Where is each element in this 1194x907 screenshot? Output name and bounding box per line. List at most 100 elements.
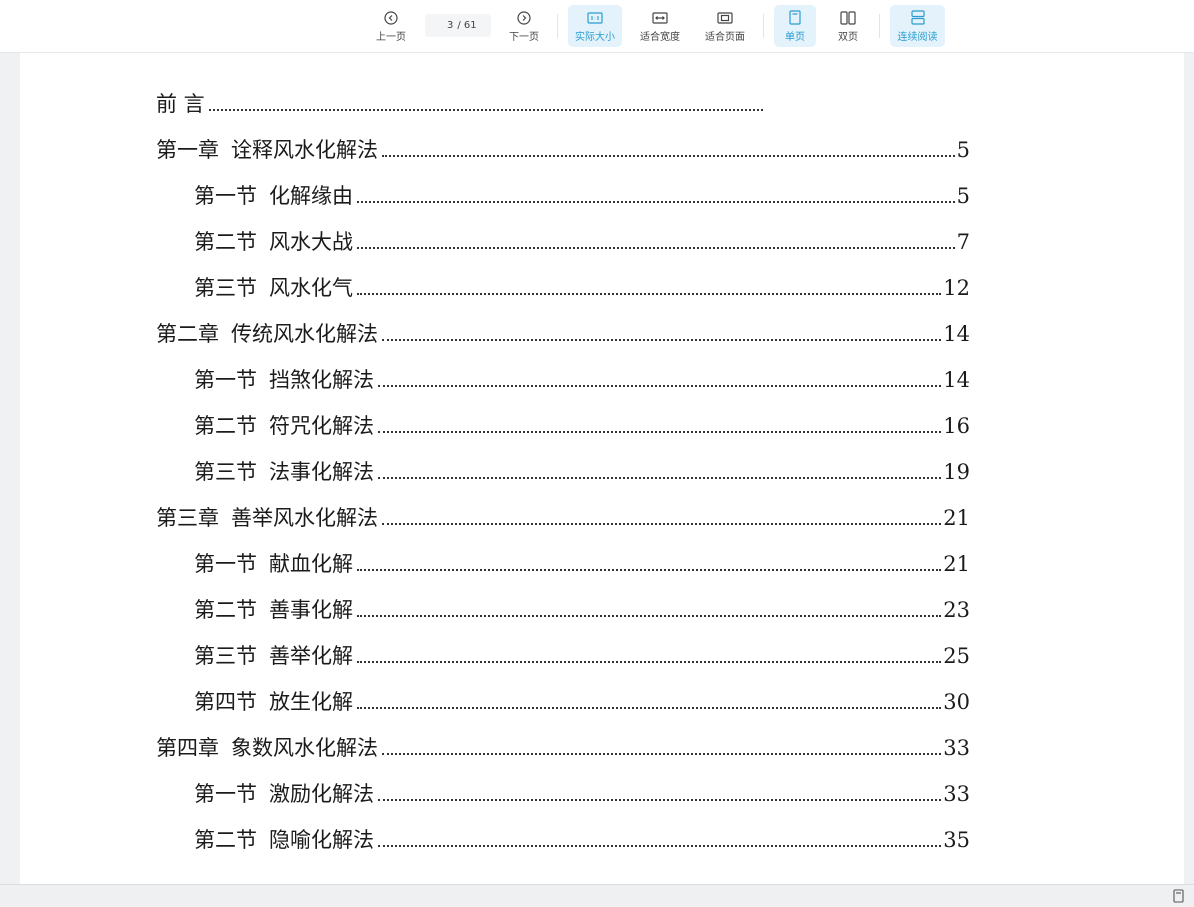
toc-leader-dots — [382, 753, 942, 755]
status-bar — [0, 884, 1194, 906]
actual-size-button[interactable]: 实际大小 — [568, 5, 622, 47]
toc-section-number: 第二章 — [156, 322, 219, 346]
toc-entry: 第一节 激励化解法 33 — [194, 781, 970, 807]
toc-entry: 第一章 诠释风水化解法 5 — [156, 137, 970, 163]
toc-entry: 第二节 善事化解 23 — [194, 597, 970, 623]
toc-leader-dots — [378, 477, 942, 479]
toc-title: 风水化气 — [269, 276, 353, 300]
document-viewport[interactable]: 前 言第一章 诠释风水化解法 5 第一节 化解缘由 5 第二节 风水大战 7 第三节 风水化气 12 第… — [0, 53, 1194, 884]
toc-leader-dots — [357, 569, 942, 571]
toc-entry: 第三章 善举风水化解法 21 — [156, 505, 970, 531]
double-page-icon — [840, 10, 856, 26]
toc-leader-dots — [378, 799, 942, 801]
toc-page-number: 25 — [943, 644, 970, 668]
prev-page-button[interactable]: 上一页 — [370, 5, 412, 47]
current-page-input[interactable] — [439, 20, 454, 31]
toc-section-number: 前 言 — [156, 92, 205, 116]
fit-page-button[interactable]: 适合页面 — [698, 5, 752, 47]
toc-entry: 第一节 化解缘由 5 — [194, 183, 970, 209]
toc-section-number: 第三节 — [194, 644, 257, 668]
toc-title: 隐喻化解法 — [269, 828, 374, 852]
toc-entry: 第二节 风水大战 7 — [194, 229, 970, 255]
fit-width-button[interactable]: 适合宽度 — [633, 5, 687, 47]
page-indicator: / 61 — [425, 14, 491, 37]
single-page-label: 单页 — [785, 31, 805, 43]
single-page-button[interactable]: 单页 — [774, 5, 816, 47]
toc-section-number: 第二节 — [194, 414, 257, 438]
toc-title: 献血化解 — [269, 552, 353, 576]
toc-page-number: 33 — [943, 782, 970, 806]
toc-section-number: 第二节 — [194, 598, 257, 622]
toc-section-number: 第二节 — [194, 828, 257, 852]
toc-entry: 第二章 传统风水化解法 14 — [156, 321, 970, 347]
prev-page-label: 上一页 — [376, 31, 406, 43]
toc-entry: 第二节 符咒化解法 16 — [194, 413, 970, 439]
toc-leader-dots — [357, 293, 942, 295]
continuous-reading-icon — [910, 10, 926, 26]
toc-leader-dots — [378, 431, 942, 433]
toc-entry: 第一节 献血化解 21 — [194, 551, 970, 577]
toc-entry: 第三节 善举化解 25 — [194, 643, 970, 669]
toc-page-number: 12 — [943, 276, 970, 300]
toc-section-number: 第一节 — [194, 368, 257, 392]
toc-entry: 第四章 象数风水化解法 33 — [156, 735, 970, 761]
toc-title: 善举风水化解法 — [231, 506, 378, 530]
toc-leader-dots — [382, 523, 942, 525]
toc-section-number: 第一章 — [156, 138, 219, 162]
toc-title: 象数风水化解法 — [231, 736, 378, 760]
toc-page-number: 33 — [943, 736, 970, 760]
page-thumbnail-icon[interactable] — [1173, 888, 1184, 907]
toc-entry: 第四节 放生化解 30 — [194, 689, 970, 715]
toc-page-number: 5 — [956, 184, 970, 208]
toc-section-number: 第四节 — [194, 690, 257, 714]
toc-leader-dots — [357, 707, 942, 709]
viewer-toolbar: 上一页 / 61 下一页 实际大小 适合宽度 适合页面 单页 — [0, 0, 1194, 53]
continuous-reading-button[interactable]: 连续阅读 — [890, 5, 945, 47]
toc-title: 法事化解法 — [269, 460, 374, 484]
toc-title: 挡煞化解法 — [269, 368, 374, 392]
toc-entry: 前 言 — [156, 91, 765, 117]
actual-size-label: 实际大小 — [575, 31, 615, 43]
double-page-button[interactable]: 双页 — [827, 5, 869, 47]
toc-page-number: 14 — [943, 322, 970, 346]
toc-leader-dots — [357, 615, 942, 617]
fit-page-icon — [717, 10, 733, 26]
toc-page-number: 35 — [943, 828, 970, 852]
single-page-icon — [789, 10, 801, 26]
toolbar-divider — [557, 14, 558, 38]
toc-leader-dots — [378, 845, 942, 847]
double-page-label: 双页 — [838, 31, 858, 43]
toc-page-number: 30 — [943, 690, 970, 714]
toc-title: 善事化解 — [269, 598, 353, 622]
next-page-button[interactable]: 下一页 — [503, 5, 545, 47]
toc-page-number: 21 — [943, 506, 970, 530]
actual-size-icon — [587, 10, 603, 26]
toc-title: 诠释风水化解法 — [231, 138, 378, 162]
toc-section-number: 第四章 — [156, 736, 219, 760]
toc-page-number: 7 — [956, 230, 970, 254]
toc-section-number: 第三节 — [194, 276, 257, 300]
toc-leader-dots — [357, 247, 955, 249]
toc-entry: 第一节 挡煞化解法 14 — [194, 367, 970, 393]
total-pages: / 61 — [457, 20, 477, 31]
toc-page-number: 14 — [943, 368, 970, 392]
toolbar-divider — [763, 14, 764, 38]
toc-leader-dots — [378, 385, 942, 387]
toc-section-number: 第三节 — [194, 460, 257, 484]
toc-leader-dots — [382, 155, 955, 157]
toc-leader-dots — [208, 109, 763, 111]
toolbar-divider — [879, 14, 880, 38]
toc-section-number: 第一节 — [194, 552, 257, 576]
toc-title: 传统风水化解法 — [231, 322, 378, 346]
toc-title: 放生化解 — [269, 690, 353, 714]
toc-section-number: 第三章 — [156, 506, 219, 530]
toc-title: 善举化解 — [269, 644, 353, 668]
fit-page-label: 适合页面 — [705, 31, 745, 43]
next-page-label: 下一页 — [509, 31, 539, 43]
toc-entry: 第三节 风水化气 12 — [194, 275, 970, 301]
toc-section-number: 第二节 — [194, 230, 257, 254]
toc-page-number: 19 — [943, 460, 970, 484]
toc-page-number: 23 — [943, 598, 970, 622]
document-page: 前 言第一章 诠释风水化解法 5 第一节 化解缘由 5 第二节 风水大战 7 第三节 风水化气 12 第… — [20, 53, 1184, 884]
toc-title: 化解缘由 — [269, 184, 353, 208]
